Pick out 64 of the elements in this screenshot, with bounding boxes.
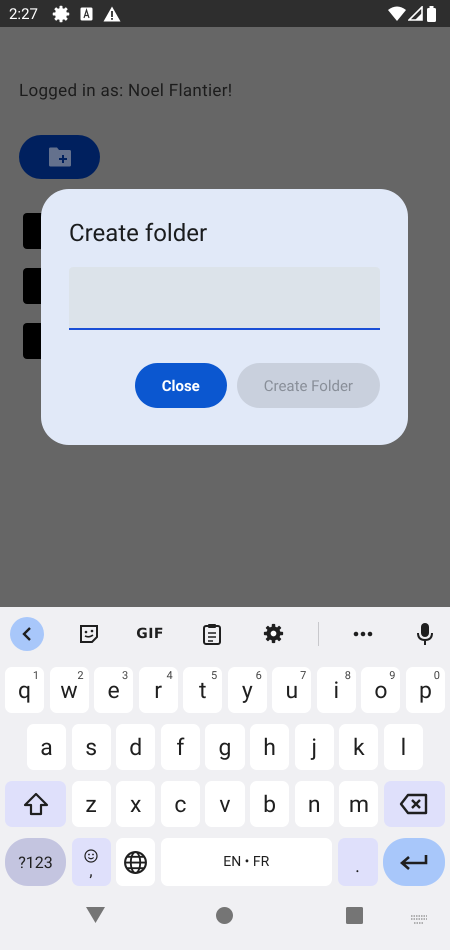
close-button[interactable]: Close [134, 363, 227, 408]
settings-icon [52, 4, 70, 22]
key-hint: 4 [166, 669, 173, 682]
period-key[interactable]: . [338, 838, 378, 886]
key[interactable]: h [250, 724, 290, 770]
key-hint: 5 [211, 669, 218, 682]
key[interactable]: i 8 [316, 667, 356, 713]
wifi-icon [388, 6, 406, 21]
back-button[interactable] [10, 616, 44, 650]
back-icon [20, 626, 34, 642]
key-hint: 0 [434, 669, 440, 682]
shift-key[interactable] [5, 781, 66, 827]
smiley-icon [84, 849, 98, 863]
clipboard-icon [202, 622, 222, 646]
key[interactable]: g [205, 724, 245, 770]
emoji-key[interactable]: , [72, 838, 110, 886]
home-button[interactable] [216, 907, 233, 924]
microphone-icon [416, 622, 434, 646]
warning-icon [102, 6, 121, 22]
gif-button[interactable]: GIF [133, 616, 168, 650]
symbols-key[interactable]: ?123 [5, 838, 66, 886]
space-key[interactable]: EN • FR [160, 838, 332, 886]
key[interactable]: x [116, 781, 156, 827]
key[interactable]: a [27, 724, 66, 770]
globe-icon [123, 850, 148, 874]
keyboard-switch-button[interactable] [410, 915, 428, 924]
key[interactable]: k [339, 724, 378, 770]
enter-key[interactable] [383, 838, 445, 886]
key-hint: 6 [256, 669, 262, 682]
back-nav-button[interactable] [86, 907, 105, 923]
key[interactable]: l [384, 724, 423, 770]
key[interactable]: s [72, 724, 111, 770]
backspace-key[interactable] [384, 781, 445, 827]
key[interactable]: f [160, 724, 200, 770]
key-hint: 8 [344, 669, 351, 682]
dialog-title: Create folder [69, 219, 208, 247]
key[interactable]: b [250, 781, 290, 827]
key-hint: 1 [32, 669, 40, 682]
key[interactable]: c [160, 781, 200, 827]
folder-plus-icon [48, 147, 72, 167]
battery-icon [427, 6, 436, 22]
folder-name-field[interactable] [69, 267, 380, 330]
key-hint: 2 [77, 669, 84, 682]
sticker-icon [78, 622, 100, 644]
key[interactable]: m [339, 781, 378, 827]
key-hint: 9 [389, 669, 396, 682]
language-key[interactable] [116, 838, 155, 886]
shift-icon [22, 792, 48, 816]
backspace-icon [399, 793, 430, 815]
key[interactable]: v [205, 781, 245, 827]
key[interactable]: d [116, 724, 156, 770]
enter-icon [399, 853, 429, 871]
status-time: 2:27 [9, 4, 38, 22]
key-hint: 7 [300, 669, 306, 682]
more-icon [353, 630, 374, 636]
key[interactable]: j [294, 724, 334, 770]
key-hint: 3 [122, 669, 128, 682]
key[interactable]: z [72, 781, 111, 827]
keyboard-letter-icon [80, 6, 93, 20]
settings-icon [262, 623, 284, 644]
signal-icon [408, 6, 423, 21]
new-folder-button[interactable] [19, 135, 100, 179]
greeting-text: Logged in as: Noel Flantier! [19, 80, 234, 101]
key[interactable]: n [294, 781, 334, 827]
